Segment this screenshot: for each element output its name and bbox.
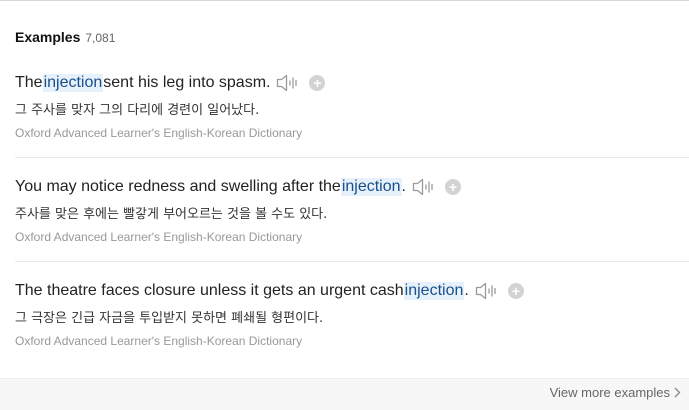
examples-title: Examples <box>15 29 81 45</box>
sentence-text-after: . <box>464 282 469 299</box>
highlighted-word: injection <box>340 178 402 196</box>
speaker-icon[interactable] <box>475 282 499 300</box>
example-item: The injection sent his leg into spasm. +… <box>15 70 689 174</box>
add-example-plus-icon[interactable]: + <box>444 179 461 195</box>
chevron-right-icon <box>674 387 681 398</box>
example-sentence: The theatre faces closure unless it gets… <box>15 280 524 302</box>
example-source: Oxford Advanced Learner's English-Korean… <box>15 334 303 348</box>
view-more-examples-link[interactable]: View more examples <box>550 385 681 400</box>
example-translation: 그 극장은 긴급 자금을 투입받지 못하면 폐쇄될 형편이다. <box>15 311 324 326</box>
highlighted-word: injection <box>42 74 104 92</box>
example-sentence: You may notice redness and swelling afte… <box>15 176 461 198</box>
top-divider <box>0 0 689 1</box>
speaker-icon[interactable] <box>412 178 436 196</box>
example-source: Oxford Advanced Learner's English-Korean… <box>15 126 303 140</box>
speaker-icon[interactable] <box>276 74 300 92</box>
examples-header: Examples 7,081 <box>15 29 115 49</box>
sentence-text-after: sent his leg into spasm. <box>103 74 271 91</box>
sentence-text-after: . <box>401 178 406 195</box>
example-translation: 주사를 맞은 후에는 빨갛게 부어오르는 것을 볼 수도 있다. <box>15 207 328 222</box>
sentence-text-before: The theatre faces closure unless it gets… <box>15 282 404 299</box>
sentence-text-before: The <box>15 74 43 91</box>
example-item: The theatre faces closure unless it gets… <box>15 278 689 382</box>
example-divider <box>15 157 689 158</box>
example-item: You may notice redness and swelling afte… <box>15 174 689 278</box>
sentence-text-before: You may notice redness and swelling afte… <box>15 178 341 195</box>
add-example-plus-icon[interactable]: + <box>309 75 326 91</box>
example-translation: 그 주사를 맞자 그의 다리에 경련이 일어났다. <box>15 103 260 118</box>
examples-count: 7,081 <box>85 31 116 45</box>
view-more-label: View more examples <box>549 385 670 400</box>
example-sentence: The injection sent his leg into spasm. + <box>15 72 326 94</box>
example-source: Oxford Advanced Learner's English-Korean… <box>15 230 303 244</box>
highlighted-word: injection <box>403 282 465 300</box>
example-divider <box>15 261 689 262</box>
add-example-plus-icon[interactable]: + <box>507 283 524 299</box>
